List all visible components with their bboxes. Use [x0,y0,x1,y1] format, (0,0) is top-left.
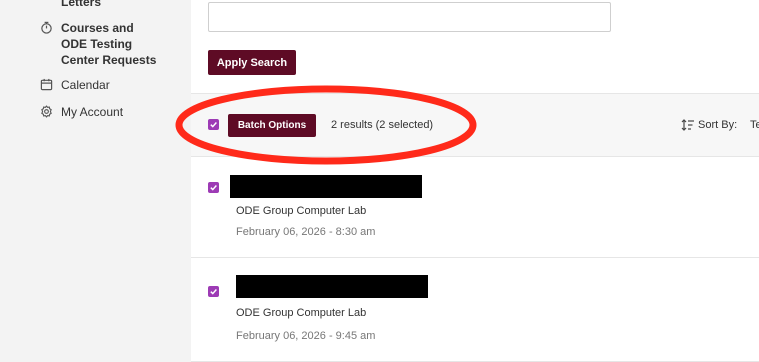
sidebar-item-label: Letters [61,0,102,9]
sidebar-item-label: My Account [61,105,124,119]
apply-search-button[interactable]: Apply Search [208,50,296,75]
list-item: ODE Group Computer Lab February 06, 2026… [191,262,759,362]
sidebar-item-courses[interactable]: Courses and ODE Testing Center Requests [40,20,157,68]
check-icon [210,289,217,295]
location: ODE Group Computer Lab [236,205,367,217]
annotation-ellipse [175,85,477,165]
row-checkbox[interactable] [208,286,219,297]
redacted-title [230,175,422,198]
check-icon [210,185,217,191]
search-input[interactable] [208,2,611,32]
sidebar-item-calendar[interactable]: Calendar [40,77,157,93]
redacted-title [236,275,428,298]
sidebar: Letters Courses and ODE Testing Center R… [0,0,191,358]
sidebar-item-label: Courses and ODE Testing Center Requests [61,21,157,67]
location: ODE Group Computer Lab [236,307,367,319]
main-panel: Apply Search Batch Options 2 results (2 … [191,0,759,362]
sort-select[interactable]: Te [750,119,759,131]
row-checkbox[interactable] [208,182,219,193]
sidebar-item-my-account[interactable]: My Account [40,104,157,120]
stopwatch-icon [40,21,53,34]
sidebar-item-letters[interactable]: Letters [40,0,157,10]
list-item: ODE Group Computer Lab February 06, 2026… [191,158,759,258]
datetime: February 06, 2026 - 8:30 am [236,226,376,238]
gear-icon [40,105,53,118]
calendar-icon [40,78,53,91]
datetime: February 06, 2026 - 9:45 am [236,330,376,342]
letters-icon [40,0,53,8]
sort-icon [681,119,694,131]
sidebar-item-label: Calendar [61,78,110,92]
sort-label: Sort By: [698,119,738,131]
